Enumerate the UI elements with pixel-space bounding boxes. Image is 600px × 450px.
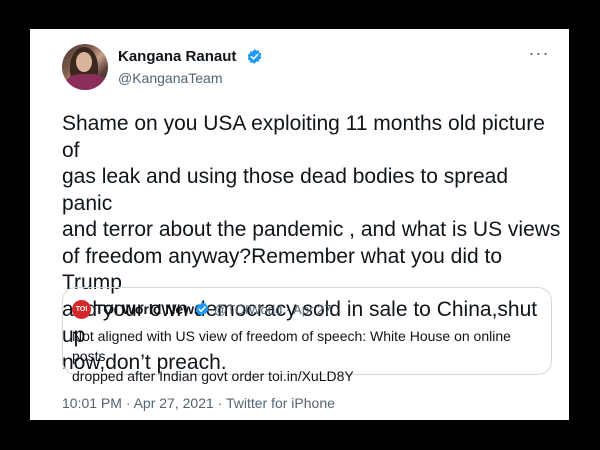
tweet-timestamp-source[interactable]: 10:01 PM · Apr 27, 2021 · Twitter for iP… — [62, 395, 335, 411]
quoted-tweet-text: Not aligned with US view of freedom of s… — [72, 328, 511, 384]
author-handle[interactable]: @KanganaTeam — [118, 70, 223, 86]
avatar[interactable] — [62, 44, 108, 90]
verified-badge-icon — [195, 302, 209, 316]
quoted-handle-date: @TOIWorld · Apr 27 — [214, 302, 332, 317]
quoted-author-name: TOI World News — [95, 301, 202, 317]
more-horizontal-icon[interactable]: ··· — [527, 43, 551, 63]
quoted-tweet[interactable]: TOI TOI World News @TOIWorld · Apr 27 No… — [62, 287, 552, 384]
tweet-card: Kangana Ranaut @KanganaTeam ··· Shame on… — [30, 29, 569, 420]
author-name[interactable]: Kangana Ranaut — [118, 48, 236, 65]
verified-badge-icon — [247, 49, 262, 64]
toi-logo: TOI — [72, 300, 91, 319]
